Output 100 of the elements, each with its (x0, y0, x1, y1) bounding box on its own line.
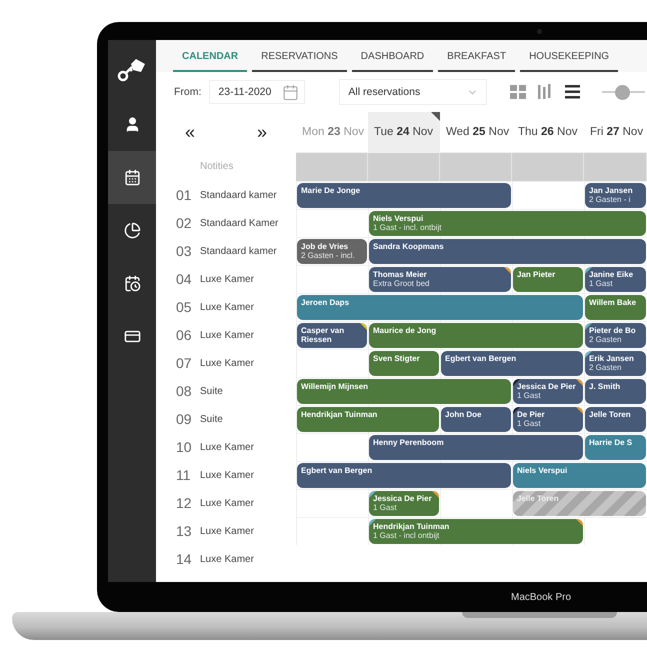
room-name: Standaard kamer (200, 246, 277, 256)
room-number: 07 (176, 355, 193, 371)
slider-thumb[interactable] (615, 84, 630, 100)
guest-name: Willemijn Mijnsen (301, 382, 370, 392)
booking-bar[interactable]: Hendrikjan Tuinman (297, 407, 439, 432)
booking-bar[interactable]: Niels Verspui (513, 463, 646, 488)
booking-bar[interactable]: Sven Stigter (369, 351, 439, 376)
room-number: 09 (176, 411, 193, 427)
booking-detail: 1 Gast (517, 419, 542, 429)
guest-name: Jan Jansen (589, 186, 634, 196)
room-name: Luxe Kamer (200, 358, 254, 368)
list-view-icon (564, 85, 580, 99)
room-name: Luxe Kamer (200, 526, 254, 536)
tab[interactable]: CALENDAR (173, 51, 248, 72)
booking-bar[interactable]: De Pier 1 Gast (513, 407, 583, 432)
booking-bar[interactable]: Janine Eike 1 Gast (585, 267, 646, 292)
room-number: 13 (176, 523, 193, 539)
guest-name: Thomas Meier (373, 270, 428, 280)
notes-cell[interactable] (296, 153, 368, 181)
guest-name: John Doe (445, 410, 482, 420)
booking-detail: 1 Gast (373, 503, 398, 513)
booking-detail: 2 Gasten - i (589, 195, 632, 205)
booking-bar[interactable]: Pieter de Bo 2 Gasten (585, 323, 646, 348)
booking-bar[interactable]: Jessica De Pier 1 Gast (513, 379, 583, 404)
guest-name: Egbert van Bergen (445, 354, 518, 364)
booking-bar[interactable]: Casper van Riessen (297, 323, 367, 348)
tab[interactable]: HOUSEKEEPING (520, 51, 618, 72)
reservation-filter-dropdown[interactable]: All reservations (339, 79, 488, 105)
booking-bar[interactable]: Egbert van Bergen (441, 351, 583, 376)
guest-name: Willem Bake (589, 298, 638, 308)
day-header[interactable]: Fri 27 Nov (584, 112, 647, 152)
guest-name: Jelle Toren (517, 494, 560, 504)
booking-detail: Extra Groot bed (373, 279, 430, 289)
room-name: Luxe Kamer (200, 442, 254, 452)
booking-bar[interactable]: Willemijn Mijnsen (297, 379, 511, 404)
room-number: 05 (176, 299, 193, 315)
room-name: Luxe Kamer (200, 302, 254, 312)
tab[interactable]: DASHBOARD (352, 51, 434, 72)
notes-cell[interactable] (584, 153, 647, 181)
previous-week-button[interactable]: « (182, 123, 198, 141)
room-number: 14 (176, 551, 193, 567)
booking-bar[interactable]: Harrie De S (585, 435, 646, 460)
booking-bar[interactable]: John Doe (441, 407, 511, 432)
booking-bar[interactable]: Egbert van Bergen (297, 463, 511, 488)
calendar-icon (282, 84, 300, 100)
notes-cell[interactable] (512, 153, 584, 181)
room-name: Luxe Kamer (200, 330, 254, 340)
booking-detail: 2 Gasten - incl. (301, 251, 356, 261)
room-number: 02 (176, 215, 193, 231)
room-number: 01 (176, 187, 193, 203)
day-header[interactable]: Thu 26 Nov (512, 112, 584, 152)
notes-cell[interactable] (368, 153, 440, 181)
room-number: 11 (176, 467, 192, 483)
tab[interactable]: BREAKFAST (438, 51, 516, 72)
booking-detail: 1 Gast - incl. ontbijt (373, 223, 442, 233)
guest-name: Jeroen Daps (301, 298, 350, 308)
guest-name: Henny Perenboom (373, 438, 445, 448)
room-number: 03 (176, 243, 193, 259)
booking-bar[interactable]: Jelle Toren (585, 407, 646, 432)
booking-bar[interactable]: Henny Perenboom (369, 435, 583, 460)
booking-bar[interactable]: Jeroen Daps (297, 295, 583, 320)
tab[interactable]: RESERVATIONS (252, 51, 347, 72)
next-week-button[interactable]: » (254, 123, 270, 141)
booking-bar[interactable]: Hendrikjan Tuinman 1 Gast - incl ontbijt (369, 519, 583, 544)
booking-detail: 1 Gast (589, 279, 614, 289)
booking-detail: 1 Gast (517, 391, 542, 401)
room-name: Luxe Kamer (200, 274, 254, 284)
booking-bar[interactable]: Sandra Koopmans (369, 239, 646, 264)
booking-bar[interactable]: Willem Bake (585, 295, 646, 320)
room-name: Suite (200, 414, 223, 424)
booking-bar[interactable]: Niels Verspui 1 Gast - incl. ontbijt (369, 211, 646, 236)
room-name: Luxe Kamer (200, 498, 254, 508)
calendar-clock-icon (124, 275, 140, 292)
guest-name: Pieter de Bo (589, 326, 637, 336)
booking-bar[interactable]: Jessica De Pier 1 Gast (369, 491, 439, 516)
booking-bar[interactable]: Thomas Meier Extra Groot bed (369, 267, 511, 292)
booking-bar[interactable]: Maurice de Jong (369, 323, 583, 348)
room-number: 10 (176, 439, 193, 455)
from-label: From: (174, 86, 202, 98)
guest-name: Janine Eike (589, 270, 634, 280)
booking-bar[interactable]: J. Smith (585, 379, 646, 404)
booking-bar[interactable]: Jan Pieter (513, 267, 583, 292)
date-field[interactable]: 23-11-2020 (209, 80, 306, 104)
day-header[interactable]: Mon 23 Nov (296, 112, 368, 152)
notes-cell[interactable] (440, 153, 512, 181)
room-number: 12 (176, 495, 193, 511)
guest-name: De Pier (517, 410, 546, 420)
booking-bar[interactable]: Marie De Jonge (297, 183, 511, 208)
booking-bar[interactable]: Jan Jansen 2 Gasten - i (585, 183, 646, 208)
key-tag-logo-icon (117, 56, 147, 82)
day-header[interactable]: Wed 25 Nov (440, 112, 512, 152)
sidebar-item[interactable] (108, 151, 156, 204)
guest-name: Jelle Toren (589, 410, 632, 420)
guest-name: Hendrikjan Tuinman (373, 522, 450, 532)
booking-bar[interactable]: Job de Vries 2 Gasten - incl. (297, 239, 367, 264)
day-header[interactable]: Tue 24 Nov (368, 112, 440, 152)
booking-bar[interactable]: Erik Jansen 2 Gasten (585, 351, 646, 376)
credit-card-icon (124, 328, 140, 345)
guest-name: Egbert van Bergen (301, 466, 374, 476)
guest-name: Casper van Riessen (301, 326, 346, 344)
